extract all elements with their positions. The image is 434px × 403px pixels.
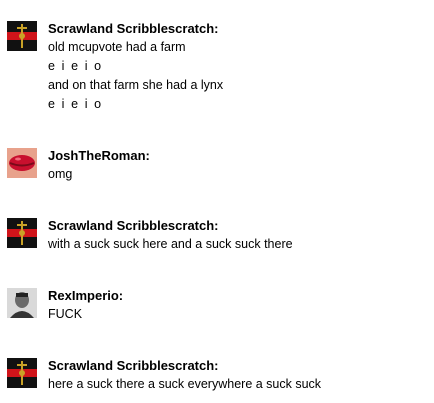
red-black-flag-avatar[interactable] [7,218,37,248]
message-author: RexImperio: [48,288,124,303]
message-author: JoshTheRoman: [48,148,150,163]
message-author: Scrawland Scribblescratch: [48,358,219,373]
message-author: Scrawland Scribblescratch: [48,21,219,36]
message-text: e i e i o [48,59,103,73]
message-text: with a suck suck here and a suck suck th… [48,237,293,251]
message-text: old mcupvote had a farm [48,40,186,54]
message-text: and on that farm she had a lynx [48,78,224,92]
message-text: e i e i o [48,97,103,111]
portrait-photo-avatar[interactable] [7,288,37,318]
message-text: omg [48,167,73,181]
message-text: here a suck there a suck everywhere a su… [48,377,322,391]
red-lips-avatar[interactable] [7,148,37,178]
red-black-flag-avatar[interactable] [7,21,37,51]
red-black-flag-avatar[interactable] [7,358,37,388]
message-author: Scrawland Scribblescratch: [48,218,219,233]
message-text: FUCK [48,307,83,321]
